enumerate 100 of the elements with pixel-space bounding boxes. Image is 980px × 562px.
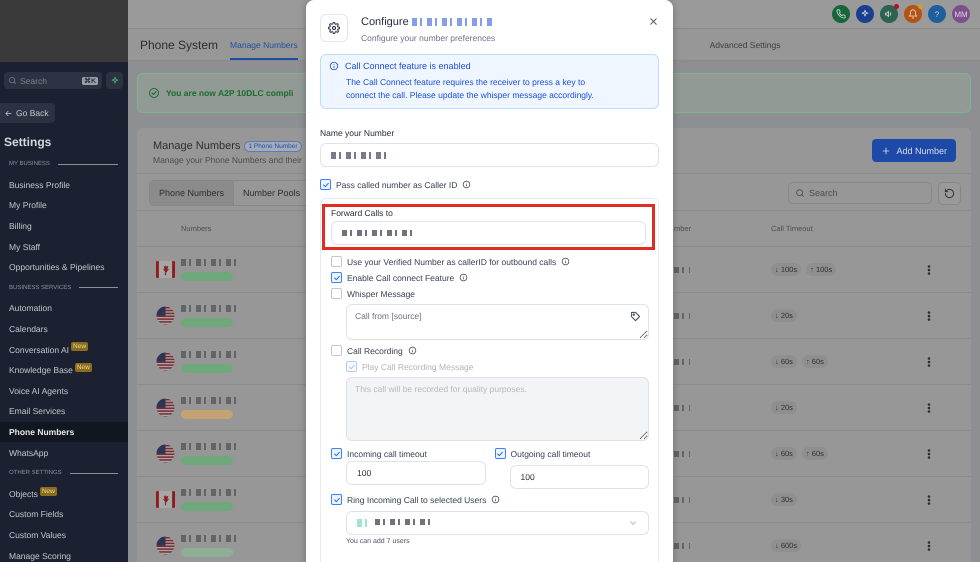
settings-title: Settings bbox=[4, 135, 52, 149]
forward-number-field[interactable] bbox=[331, 221, 646, 245]
refresh-button[interactable] bbox=[938, 182, 961, 204]
check-icon bbox=[348, 362, 356, 370]
avatar-button[interactable]: MM bbox=[952, 5, 970, 23]
search-input[interactable]: Search bbox=[809, 188, 925, 198]
tag-icon[interactable] bbox=[630, 311, 641, 322]
search-input[interactable]: Search bbox=[20, 76, 79, 86]
info-icon bbox=[491, 495, 500, 504]
page-title: Phone System bbox=[140, 38, 218, 52]
sidebar-item-label: Opportunities & Pipelines bbox=[9, 262, 104, 272]
modal-title: Configure bbox=[361, 16, 409, 28]
banner-text: You are now A2P 10DLC compli bbox=[166, 88, 294, 98]
notice-title: Call Connect feature is enabled bbox=[345, 61, 471, 71]
sidebar-item[interactable]: Business Profile bbox=[0, 174, 128, 196]
search-icon bbox=[795, 188, 805, 198]
close-button[interactable] bbox=[648, 16, 659, 27]
check-circle-icon bbox=[148, 87, 160, 99]
sidebar-item[interactable]: Calendars bbox=[0, 318, 128, 340]
checkbox[interactable] bbox=[494, 448, 506, 459]
megaphone-button[interactable] bbox=[880, 5, 898, 23]
sidebar-item-label: Objects bbox=[9, 488, 38, 499]
field-label: Forward Calls to bbox=[331, 208, 394, 218]
sidebar-item[interactable]: My Staff bbox=[0, 236, 128, 257]
view-tab[interactable]: Phone Numbers bbox=[150, 181, 234, 205]
sidebar-item-label: Automation bbox=[9, 303, 52, 314]
help-button[interactable]: ? bbox=[928, 5, 946, 23]
message-field: This call will be recorded for quality purposes. bbox=[346, 377, 649, 441]
sidebar-item[interactable]: Voice AI Agents bbox=[0, 380, 128, 402]
field-label: Name your Number bbox=[320, 128, 396, 138]
notice-text: The Call Connect feature requires the receiver to press a key to connect the call. Please update the whisper message accordingly. bbox=[346, 76, 595, 102]
redacted-number bbox=[674, 450, 690, 456]
sidebar-item-label: Email Services bbox=[9, 406, 66, 416]
users-dropdown[interactable] bbox=[346, 511, 649, 535]
tab[interactable]: Advanced Settings bbox=[710, 29, 780, 60]
info-icon bbox=[462, 180, 472, 189]
sidebar-item[interactable]: Email Services bbox=[0, 401, 128, 422]
redacted-number bbox=[674, 266, 690, 272]
sidebar-item-label: Manage Scoring bbox=[9, 550, 71, 561]
phone-icon bbox=[836, 9, 846, 19]
checkbox[interactable] bbox=[331, 345, 342, 356]
option-label: Ring Incoming Call to selected Users bbox=[347, 494, 486, 504]
modal-subtitle: Configure your number preferences bbox=[361, 33, 496, 43]
check-icon bbox=[332, 496, 340, 504]
timeout-field[interactable]: 100 bbox=[346, 461, 486, 485]
check-icon bbox=[322, 180, 330, 188]
info-icon bbox=[329, 61, 339, 71]
checkbox[interactable] bbox=[331, 256, 342, 267]
plus-icon bbox=[881, 146, 892, 156]
card-title: Manage Numbers bbox=[153, 140, 240, 152]
sparkle-icon bbox=[860, 9, 870, 19]
sidebar-item-label: Calendars bbox=[9, 324, 48, 334]
go-back-button[interactable]: Go Back bbox=[0, 103, 55, 123]
checkbox[interactable] bbox=[331, 288, 342, 299]
sidebar-item[interactable]: Custom Values bbox=[0, 524, 128, 546]
sidebar-item-label: Knowledge Base bbox=[9, 365, 73, 376]
sidebar-item[interactable]: Manage Scoring bbox=[0, 545, 128, 562]
sidebar-item-label: Custom Values bbox=[9, 530, 66, 540]
close-icon bbox=[648, 16, 659, 27]
sparkle-button[interactable] bbox=[856, 5, 874, 23]
sidebar-item[interactable]: Opportunities & Pipelines bbox=[0, 256, 128, 278]
bell-icon bbox=[908, 9, 918, 19]
search-field[interactable]: Search bbox=[788, 182, 932, 204]
checkbox[interactable] bbox=[331, 448, 342, 459]
sidebar-item-label: Conversation AI bbox=[9, 344, 70, 355]
refresh-icon bbox=[944, 188, 955, 198]
sidebar-item[interactable]: Phone Numbers bbox=[0, 422, 128, 442]
checkbox[interactable] bbox=[331, 272, 342, 283]
redacted-number bbox=[674, 358, 690, 364]
sidebar-item-label: Custom Fields bbox=[9, 509, 64, 520]
sidebar-item[interactable]: WhatsApp bbox=[0, 442, 128, 463]
sidebar-item[interactable]: Custom Fields bbox=[0, 504, 128, 525]
sidebar-item-label: Voice AI Agents bbox=[9, 386, 68, 396]
option-label: Play Call Recording Message bbox=[362, 362, 474, 372]
bell-button[interactable] bbox=[904, 5, 922, 23]
sidebar-item-label: Phone Numbers bbox=[9, 427, 74, 438]
redacted-number bbox=[674, 542, 690, 548]
info-icon bbox=[408, 346, 417, 355]
redacted-number bbox=[674, 404, 690, 410]
check-icon bbox=[332, 274, 340, 282]
sparkle-icon bbox=[110, 76, 120, 86]
sidebar-item-label: My Staff bbox=[9, 242, 40, 252]
message-field[interactable]: Call from [source] bbox=[346, 304, 649, 340]
sidebar-item[interactable]: Billing bbox=[0, 216, 128, 236]
sidebar-item[interactable]: My Profile bbox=[0, 195, 128, 216]
add-number-button[interactable]: Add Number bbox=[872, 139, 956, 162]
sparkle-button[interactable] bbox=[106, 72, 123, 89]
arrow-left-icon bbox=[4, 108, 13, 118]
timeout-field[interactable]: 100 bbox=[510, 465, 649, 489]
number-name-field[interactable] bbox=[320, 143, 659, 167]
check-icon bbox=[496, 450, 504, 458]
option-label: Outgoing call timeout bbox=[510, 448, 590, 458]
check-icon bbox=[332, 450, 340, 458]
checkbox[interactable] bbox=[331, 494, 342, 505]
option-label: Call Recording bbox=[347, 346, 403, 356]
checkbox[interactable] bbox=[320, 179, 331, 190]
phone-button[interactable] bbox=[832, 5, 850, 23]
option-label: Whisper Message bbox=[347, 288, 416, 298]
sidebar-item[interactable]: Automation bbox=[0, 298, 128, 319]
sidebar-item-label: My Profile bbox=[9, 200, 47, 210]
